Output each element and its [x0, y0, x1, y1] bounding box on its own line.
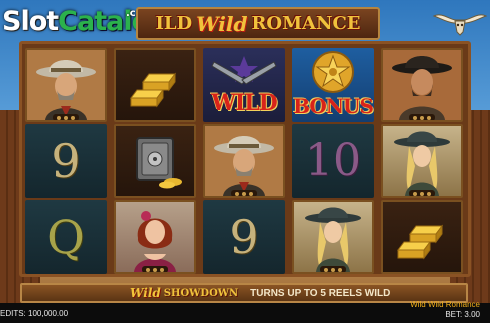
- cowgirl-icon: [394, 131, 450, 196]
- longhorn-skull-icon: [432, 14, 488, 36]
- safe-icon: [136, 137, 182, 189]
- symbol-cowboy-sheriff: [203, 124, 285, 198]
- gold-bars-icon: [397, 224, 443, 260]
- cowgirl-icon: [305, 207, 361, 272]
- saloon-lady-icon: [134, 211, 176, 272]
- bonus-symbol-label: BONUS: [293, 94, 374, 118]
- showdown-message: TURNS UP TO 5 REELS WILD: [250, 287, 391, 299]
- sheriff-star-badge-icon: [312, 51, 354, 93]
- reel-indicator: [231, 190, 257, 196]
- bandit-icon: [383, 50, 461, 120]
- symbol-cowgirl: [381, 124, 463, 198]
- bet-readout[interactable]: BET: 3.00: [445, 310, 480, 319]
- showdown-wild-label: Wild: [130, 286, 161, 300]
- wild-symbol-label: WILD: [211, 90, 278, 116]
- reel-indicator: [409, 114, 435, 120]
- title-part-1: ILD: [155, 13, 193, 34]
- gold-bars-icon: [130, 72, 176, 108]
- game-name-label: Wild Wild Romance: [410, 300, 480, 309]
- q-symbol-label: Q: [47, 210, 85, 264]
- symbol-gold-bars: [114, 48, 196, 122]
- symbol-gold-bars: [381, 200, 463, 274]
- cowboy-sheriff-icon: [205, 126, 283, 196]
- symbol-safe: [114, 124, 196, 198]
- reel-indicator: [409, 190, 435, 196]
- nine-symbol-label: 9: [229, 210, 259, 264]
- symbol-nine: 9: [25, 124, 107, 198]
- symbol-wild-guns: WILD: [203, 48, 285, 122]
- reel-indicator: [53, 114, 79, 120]
- reel-indicator: [320, 266, 346, 272]
- title-part-3: ROMANCE: [251, 13, 361, 34]
- reel-indicator: [142, 266, 168, 272]
- cowboy-sheriff-icon: [27, 50, 105, 120]
- status-bar: EDITS: 100,000.00 Wild Wild Romance BET:…: [0, 300, 490, 323]
- logo-slot: Slot: [2, 6, 59, 37]
- crossed-revolvers-icon: [211, 56, 277, 85]
- game-title-banner: ILD Wild ROMANCE: [136, 7, 380, 40]
- wild-showdown-banner: Wild SHOWDOWN TURNS UP TO 5 REELS WILD: [20, 283, 468, 303]
- credits-readout: EDITS: 100,000.00: [0, 309, 69, 318]
- symbol-q: Q: [25, 200, 107, 274]
- symbol-cowgirl: [292, 200, 374, 274]
- showdown-label: SHOWDOWN: [163, 287, 239, 299]
- symbol-ten: 10: [292, 124, 374, 198]
- nine-symbol-label: 9: [51, 134, 81, 188]
- symbol-saloon-lady: [114, 200, 196, 274]
- symbol-bonus-badge: BONUS: [292, 48, 374, 122]
- symbol-bandit: [381, 48, 463, 122]
- symbol-cowboy-sheriff: [25, 48, 107, 122]
- title-part-2: Wild: [196, 11, 248, 36]
- reel-grid: 9 Q WILD 9 BONUS 10: [22, 44, 468, 274]
- symbol-nine: 9: [203, 200, 285, 274]
- ten-symbol-label: 10: [305, 135, 361, 186]
